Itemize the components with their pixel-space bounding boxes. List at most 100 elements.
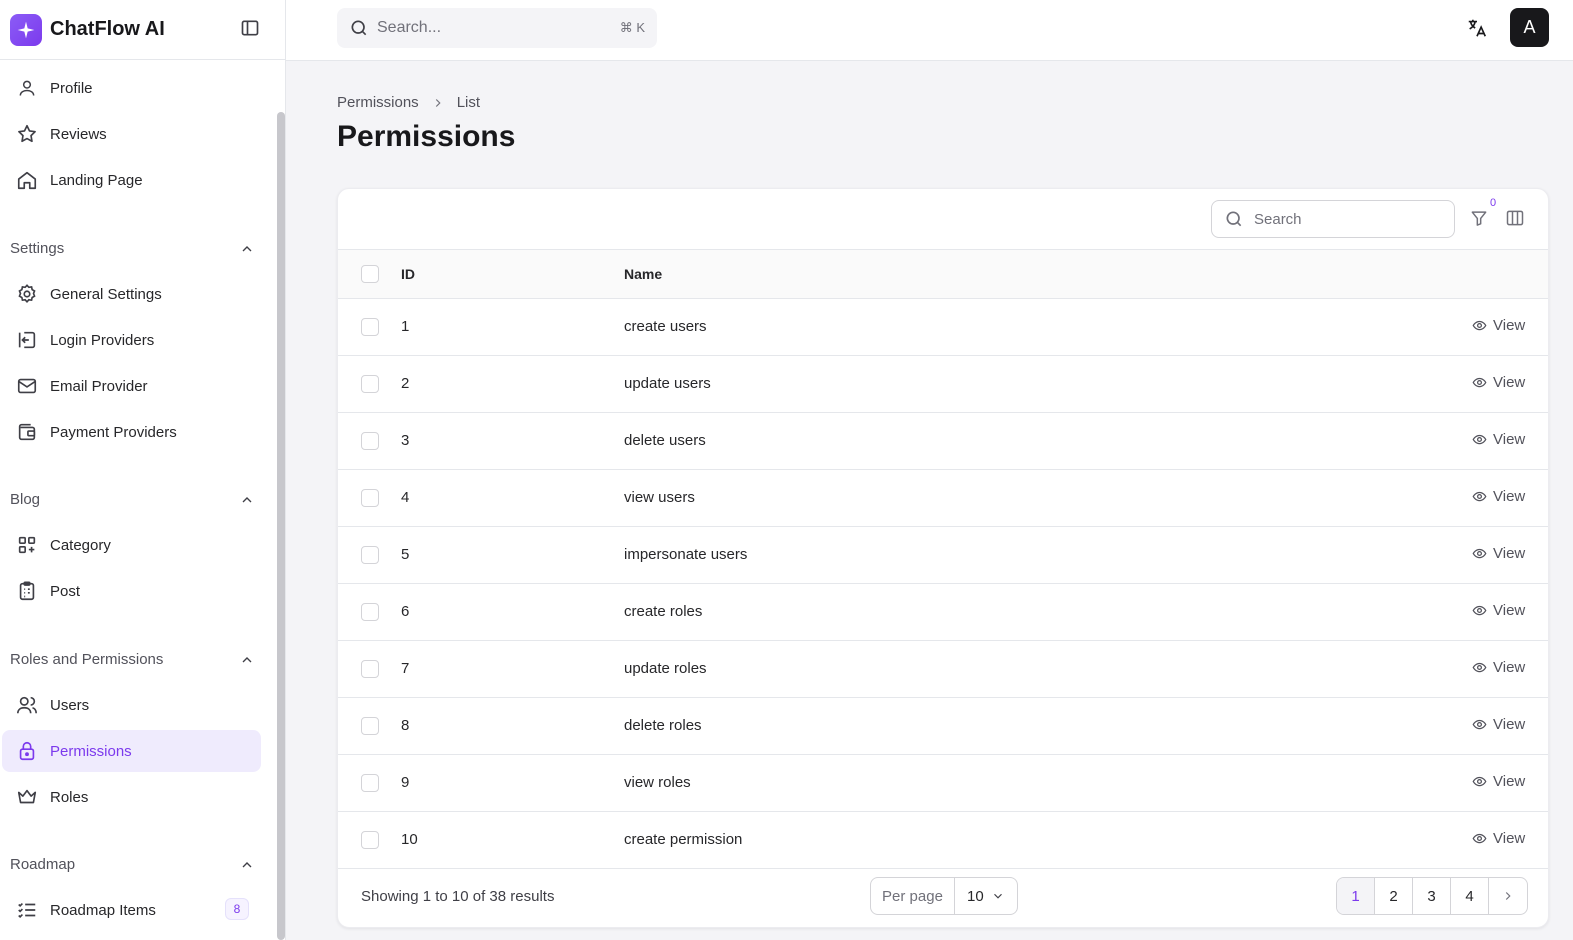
row-name: create roles	[624, 603, 703, 620]
view-button[interactable]: View	[1472, 488, 1525, 505]
row-checkbox[interactable]	[361, 717, 379, 735]
row-checkbox[interactable]	[361, 546, 379, 564]
table-row: 1 create users View	[338, 299, 1548, 356]
translate-icon[interactable]	[1466, 17, 1490, 41]
table-row: 7 update roles View	[338, 641, 1548, 698]
page-button[interactable]: 1	[1337, 878, 1375, 914]
sidebar-item-landing-page[interactable]: Landing Page	[2, 159, 261, 201]
sidebar-item-label: Users	[50, 696, 90, 714]
column-header-id[interactable]: ID	[401, 266, 415, 282]
row-checkbox[interactable]	[361, 375, 379, 393]
clipboard-icon	[16, 580, 38, 602]
pagination: 1234	[1336, 877, 1528, 915]
row-id: 2	[401, 375, 410, 392]
row-name: create permission	[624, 831, 743, 848]
global-search-input[interactable]: Search... ⌘ K	[337, 8, 657, 48]
sidebar-item-permissions[interactable]: Permissions	[2, 730, 261, 772]
row-checkbox[interactable]	[361, 318, 379, 336]
columns-icon[interactable]	[1505, 208, 1527, 230]
sidebar-item-label: Login Providers	[50, 331, 155, 349]
per-page-value[interactable]: 10	[955, 888, 1017, 905]
page-title: Permissions	[337, 120, 516, 153]
sidebar-item-label: Email Provider	[50, 377, 148, 395]
sidebar-item-label: Payment Providers	[50, 423, 177, 441]
sidebar-item-roles[interactable]: Roles	[2, 776, 261, 818]
sidebar-item-label: Profile	[50, 79, 93, 97]
eye-icon	[1472, 318, 1487, 333]
row-id: 5	[401, 546, 410, 563]
page-button[interactable]: 2	[1375, 878, 1413, 914]
view-button[interactable]: View	[1472, 317, 1525, 334]
view-button[interactable]: View	[1472, 431, 1525, 448]
table-row: 5 impersonate users View	[338, 527, 1548, 584]
row-checkbox[interactable]	[361, 774, 379, 792]
sidebar-item-email-provider[interactable]: Email Provider	[2, 365, 261, 407]
sidebar-item-users[interactable]: Users	[2, 684, 261, 726]
view-label: View	[1493, 830, 1526, 847]
sidebar-item-category[interactable]: Category	[2, 524, 261, 566]
page-button[interactable]: 3	[1413, 878, 1451, 914]
lock-icon	[16, 740, 38, 762]
breadcrumb-parent[interactable]: Permissions	[337, 94, 419, 111]
view-button[interactable]: View	[1472, 374, 1525, 391]
sparkle-logo-icon	[10, 13, 42, 46]
group-settings-header[interactable]: Settings	[10, 240, 255, 257]
view-label: View	[1493, 488, 1526, 505]
row-checkbox[interactable]	[361, 489, 379, 507]
row-id: 10	[401, 831, 418, 848]
sidebar-scrollbar[interactable]	[277, 112, 285, 940]
filter-icon[interactable]	[1469, 208, 1491, 230]
view-label: View	[1493, 716, 1526, 733]
next-page-button[interactable]	[1489, 878, 1527, 914]
per-page-select[interactable]: Per page 10	[870, 877, 1018, 915]
table-row: 4 view users View	[338, 470, 1548, 527]
view-label: View	[1493, 374, 1526, 391]
permissions-table-card: Search 0 ID Name 1 create users View 2 updat…	[337, 188, 1549, 928]
sidebar-item-label: Roadmap Items	[50, 901, 156, 919]
view-label: View	[1493, 773, 1526, 790]
view-button[interactable]: View	[1472, 773, 1525, 790]
view-label: View	[1493, 659, 1526, 676]
eye-icon	[1472, 774, 1487, 789]
eye-icon	[1472, 603, 1487, 618]
chevron-right-icon	[1505, 892, 1511, 900]
row-checkbox[interactable]	[361, 660, 379, 678]
search-shortcut: ⌘ K	[619, 20, 645, 35]
brand: ChatFlow AI	[0, 0, 285, 60]
sidebar-item-roadmap-items[interactable]: Roadmap Items	[2, 889, 261, 931]
column-header-name[interactable]: Name	[624, 266, 662, 282]
row-name: create users	[624, 318, 707, 335]
home-icon	[16, 169, 38, 191]
row-checkbox[interactable]	[361, 603, 379, 621]
sidebar-toggle-icon[interactable]	[239, 17, 261, 39]
sidebar-item-payment-providers[interactable]: Payment Providers	[2, 411, 261, 453]
row-checkbox[interactable]	[361, 432, 379, 450]
view-button[interactable]: View	[1472, 602, 1525, 619]
row-checkbox[interactable]	[361, 831, 379, 849]
avatar[interactable]: A	[1510, 8, 1549, 47]
group-blog-header[interactable]: Blog	[10, 491, 255, 508]
pagination-summary: Showing 1 to 10 of 38 results	[361, 888, 555, 905]
sidebar-item-general-settings[interactable]: General Settings	[2, 273, 261, 315]
row-name: impersonate users	[624, 546, 748, 563]
page-button[interactable]: 4	[1451, 878, 1489, 914]
view-button[interactable]: View	[1472, 830, 1525, 847]
group-roles-permissions-header[interactable]: Roles and Permissions	[10, 651, 255, 668]
sidebar-item-post[interactable]: Post	[2, 570, 261, 612]
sidebar-item-profile[interactable]: Profile	[2, 67, 261, 109]
select-all-checkbox[interactable]	[361, 265, 379, 283]
view-button[interactable]: View	[1472, 659, 1525, 676]
eye-icon	[1472, 375, 1487, 390]
sidebar-item-login-providers[interactable]: Login Providers	[2, 319, 261, 361]
row-id: 1	[401, 318, 410, 335]
sidebar: ChatFlow AI Profile Reviews Landing Page…	[0, 0, 286, 940]
eye-icon	[1472, 432, 1487, 447]
list-icon	[16, 899, 38, 921]
group-roadmap-header[interactable]: Roadmap	[10, 856, 255, 873]
sidebar-item-reviews[interactable]: Reviews	[2, 113, 261, 155]
view-button[interactable]: View	[1472, 716, 1525, 733]
view-button[interactable]: View	[1472, 545, 1525, 562]
row-id: 3	[401, 432, 410, 449]
eye-icon	[1472, 489, 1487, 504]
table-search-input[interactable]: Search	[1211, 200, 1455, 238]
